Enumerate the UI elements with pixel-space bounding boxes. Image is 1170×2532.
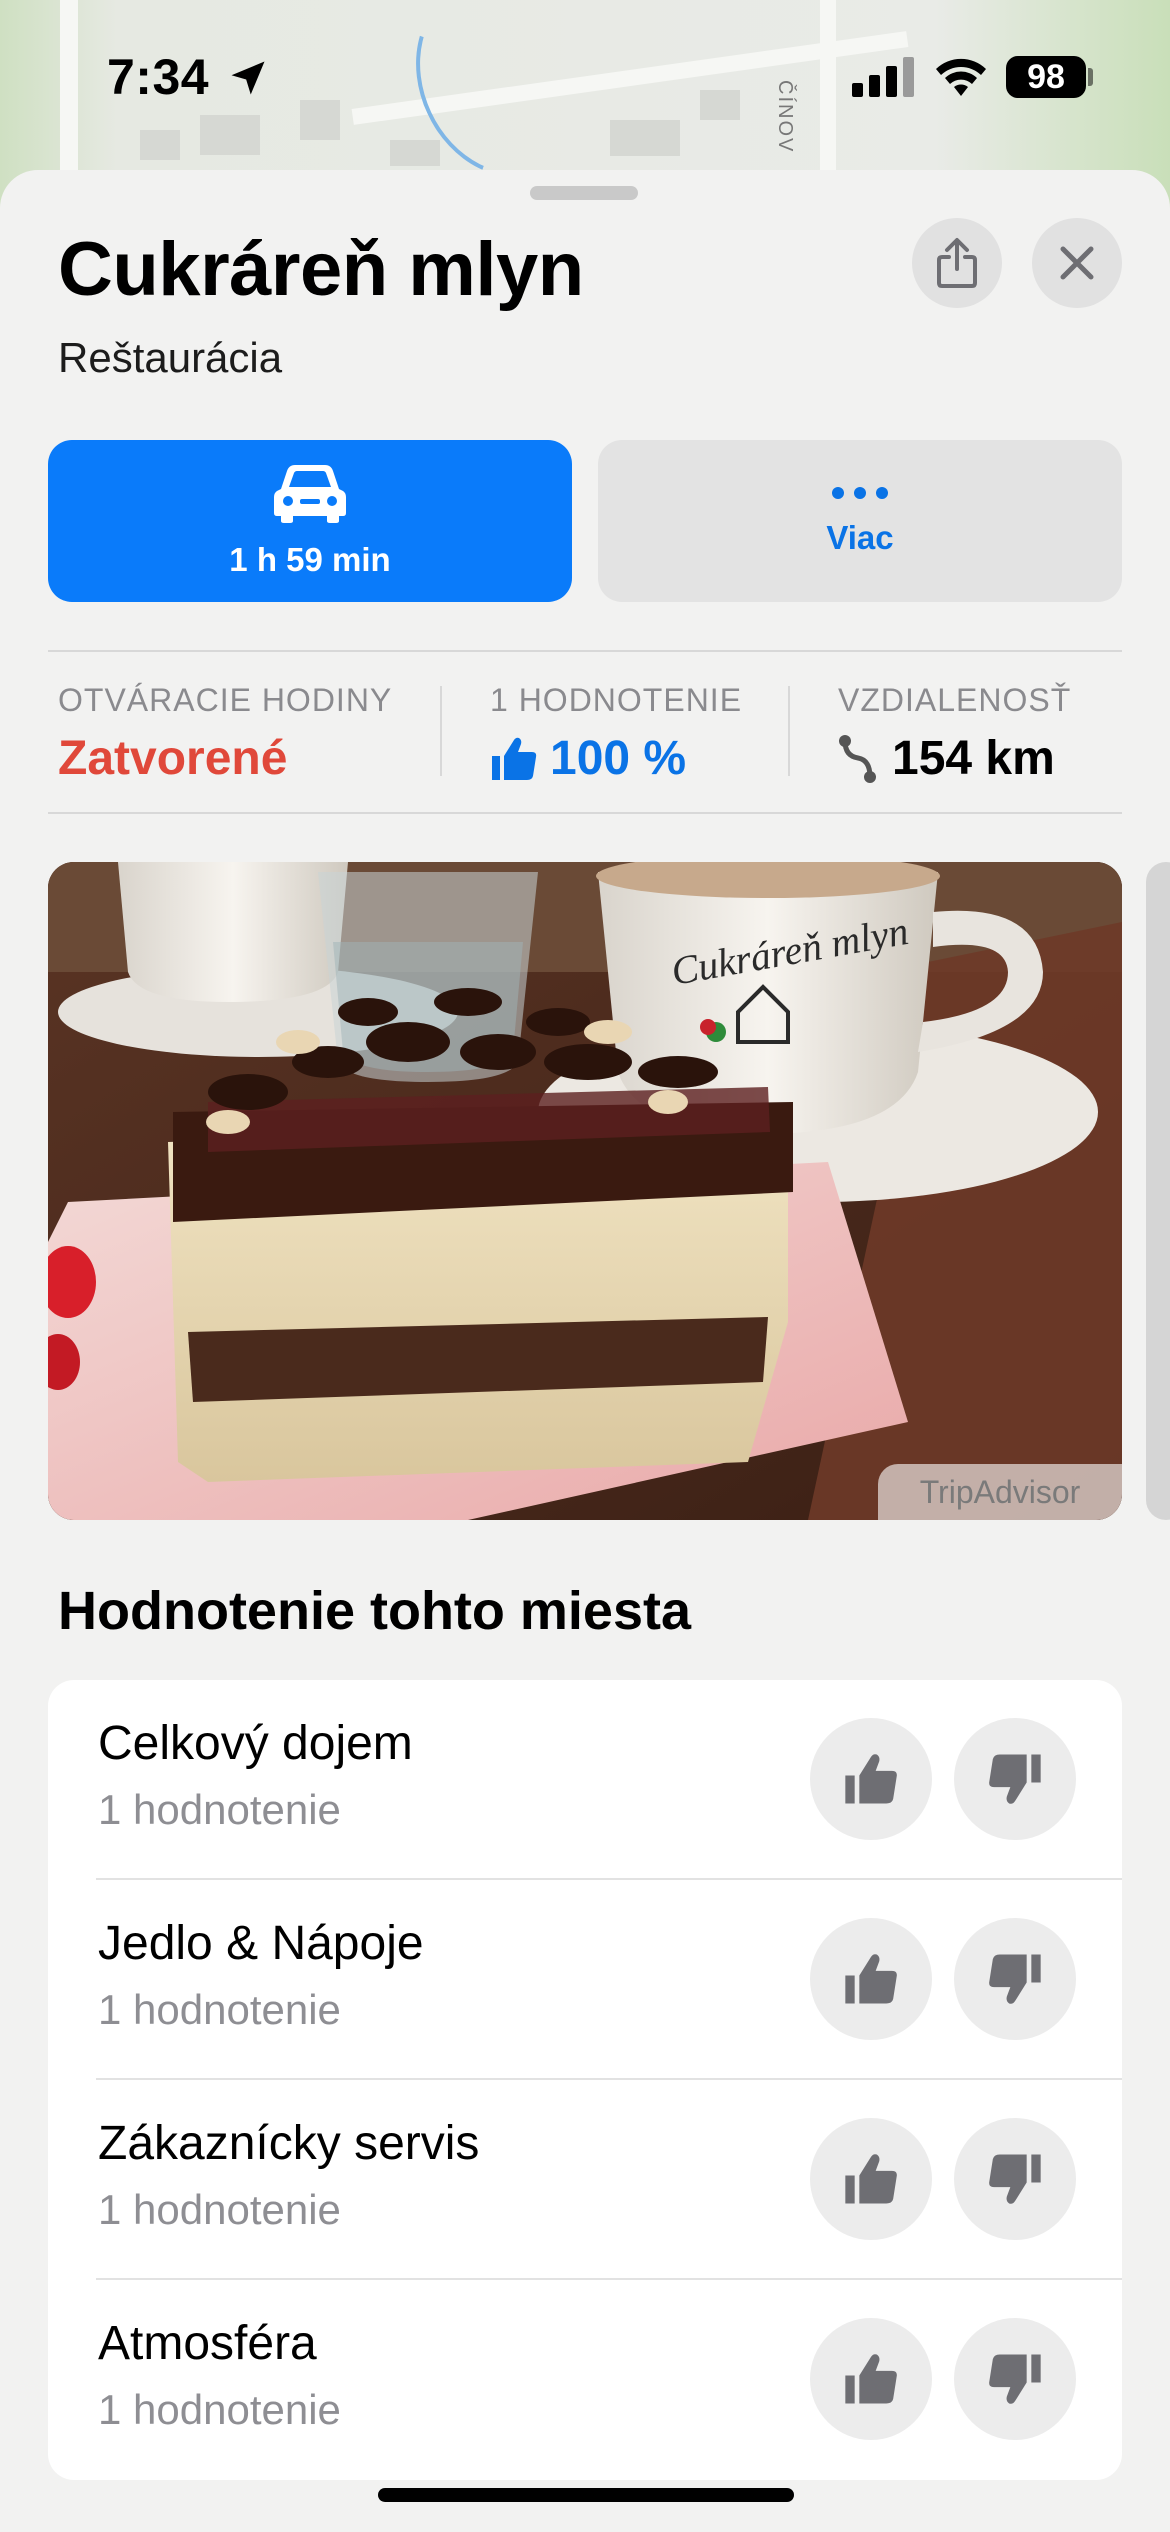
- more-button[interactable]: Viac: [598, 440, 1122, 602]
- thumbs-up-icon: [845, 2354, 897, 2404]
- place-photo[interactable]: Cukráreň mlyn TripAdvisor: [48, 862, 1122, 1520]
- battery-tip: [1088, 68, 1093, 86]
- place-category: Reštaurácia: [58, 334, 283, 381]
- photo-source-badge[interactable]: TripAdvisor: [878, 1464, 1122, 1520]
- thumbs-up-icon: [845, 1954, 897, 2004]
- next-photo-peek[interactable]: [1146, 862, 1170, 1520]
- distance-stat: VZDIALENOSŤ 154 km: [838, 682, 1071, 786]
- location-arrow-icon: [231, 61, 265, 95]
- rating-row-count: 1 hodnotenie: [98, 2186, 341, 2233]
- thumbs-down-button[interactable]: [954, 1918, 1076, 2040]
- rating-label: 1 HODNOTENIE: [490, 682, 743, 718]
- distance-value: 154 km: [892, 732, 1055, 785]
- rating-row-count: 1 hodnotenie: [98, 1986, 341, 2033]
- thumbs-up-button[interactable]: [810, 2118, 932, 2240]
- thumbs-up-button[interactable]: [810, 2318, 932, 2440]
- rating-row-name: Zákaznícky servis: [98, 2117, 480, 2170]
- cake-photo-image: Cukráreň mlyn: [48, 862, 1122, 1520]
- divider: [48, 650, 1122, 652]
- rating-row: Zákaznícky servis 1 hodnotenie: [48, 2080, 1122, 2280]
- thumbs-up-button[interactable]: [810, 1918, 932, 2040]
- car-icon: [274, 465, 346, 523]
- rating-stat[interactable]: 1 HODNOTENIE 100 %: [490, 682, 742, 786]
- share-button[interactable]: [912, 218, 1002, 308]
- close-icon: [1060, 246, 1094, 280]
- rating-row-name: Atmosféra: [98, 2317, 317, 2370]
- rating-row-name: Jedlo & Nápoje: [98, 1917, 424, 1970]
- distance-label: VZDIALENOSŤ: [838, 682, 1072, 718]
- thumbs-up-icon: [845, 1754, 897, 1804]
- battery-icon: 98: [1006, 56, 1086, 98]
- divider: [48, 812, 1122, 814]
- divider: [440, 686, 442, 776]
- ratings-card: Celkový dojem 1 hodnotenie Jedlo & Nápoj…: [48, 1680, 1122, 2480]
- thumbs-up-button[interactable]: [810, 1718, 932, 1840]
- rating-row-count: 1 hodnotenie: [98, 1786, 341, 1833]
- wifi-icon: [936, 58, 986, 96]
- drive-time-label: 1 h 59 min: [229, 541, 391, 578]
- divider: [788, 686, 790, 776]
- sheet-grabber[interactable]: [530, 186, 638, 200]
- thumbs-down-button[interactable]: [954, 2318, 1076, 2440]
- share-icon: [937, 238, 977, 288]
- rating-value: 100 %: [550, 732, 687, 785]
- rating-row-count: 1 hodnotenie: [98, 2386, 341, 2433]
- thumbs-up-icon: [845, 2154, 897, 2204]
- hours-stat[interactable]: OTVÁRACIE HODINY Zatvorené: [58, 682, 392, 786]
- rating-row: Atmosféra 1 hodnotenie: [48, 2280, 1122, 2480]
- cellular-signal-icon: [852, 57, 914, 97]
- hours-value: Zatvorené: [58, 732, 288, 785]
- home-indicator[interactable]: [378, 2488, 794, 2502]
- rating-row-name: Celkový dojem: [98, 1717, 413, 1770]
- thumbs-down-icon: [989, 2354, 1041, 2404]
- close-button[interactable]: [1032, 218, 1122, 308]
- status-bar: 7:34 98: [0, 0, 1170, 150]
- hours-label: OTVÁRACIE HODINY: [58, 682, 393, 718]
- status-time: 7:34: [107, 49, 210, 105]
- ellipsis-icon: [832, 487, 888, 499]
- rating-row: Celkový dojem 1 hodnotenie: [48, 1680, 1122, 1880]
- thumbs-down-button[interactable]: [954, 1718, 1076, 1840]
- route-icon: [839, 734, 876, 783]
- place-title: Cukráreň mlyn: [58, 227, 584, 312]
- thumbs-down-button[interactable]: [954, 2118, 1076, 2240]
- thumbs-up-icon: [492, 737, 537, 780]
- thumbs-down-icon: [989, 1754, 1041, 1804]
- rating-row: Jedlo & Nápoje 1 hodnotenie: [48, 1880, 1122, 2080]
- ratings-section-title: Hodnotenie tohto miesta: [58, 1581, 691, 1641]
- directions-button[interactable]: 1 h 59 min: [48, 440, 572, 602]
- thumbs-down-icon: [989, 1954, 1041, 2004]
- thumbs-down-icon: [989, 2154, 1041, 2204]
- more-label: Viac: [826, 519, 894, 556]
